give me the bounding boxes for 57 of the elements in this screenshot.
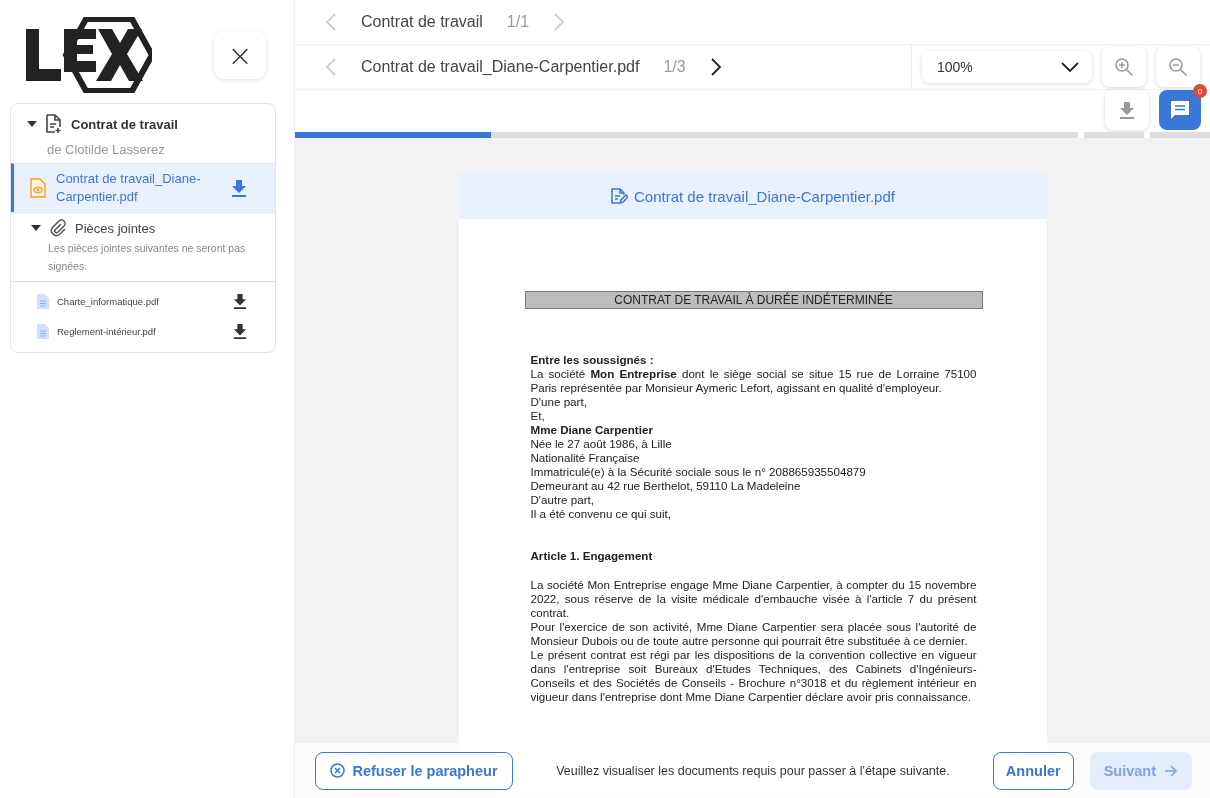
contract-text: Nationalité Française [530, 451, 641, 465]
document-header-title: Contrat de travail_Diane-Carpentier.pdf [634, 187, 895, 205]
instruction-text: Veuillez visualiser les documents requis pour passer à l'étape suivante. [555, 763, 951, 778]
download-icon [1119, 101, 1135, 119]
contract-text: Mme Diane Carpentier [530, 423, 654, 437]
contract-text: Entre les soussignés : [530, 353, 655, 367]
cancel-button[interactable]: Annuler [992, 751, 1074, 790]
contract-text: Il a été convenu ce qui suit, [530, 507, 672, 521]
chat-icon [1169, 99, 1191, 121]
contract-text: Immatriculé(e) à la Sécurité sociale sous le n° 208865935504879 [530, 465, 867, 479]
zoom-in-icon [1114, 57, 1134, 77]
comments-button[interactable] [1159, 90, 1201, 130]
zoom-in-button[interactable] [1102, 47, 1146, 87]
author-text: de Clotilde Lasserez [46, 141, 166, 159]
chevron-down-icon [1060, 61, 1080, 73]
contract-text: D'autre part, [530, 493, 595, 507]
paperclip-icon [49, 219, 67, 237]
refuse-button[interactable]: Refuser le parapheur [315, 751, 513, 790]
file-icon [37, 293, 49, 309]
contract-text: Et, [530, 409, 546, 423]
contract-text: D'une part, [530, 395, 588, 409]
file-edit-icon [610, 187, 628, 205]
attachments-title[interactable]: Pièces jointes [75, 220, 156, 236]
file-eye-icon [30, 178, 46, 198]
contract-text: Née le 27 août 1986, à Lille [530, 437, 673, 451]
chevron-right-icon[interactable] [709, 57, 722, 77]
download-icon[interactable] [233, 323, 247, 339]
file-icon [37, 323, 49, 339]
contract-title: CONTRAT DE TRAVAIL À DURÉE INDÉTERMINÉE [524, 291, 983, 309]
document-title: Contrat de travail [361, 13, 483, 31]
comments-count-badge: 0 [1193, 84, 1207, 98]
zoom-out-icon [1168, 57, 1188, 77]
caret-icon[interactable] [27, 121, 37, 127]
article-heading: Article 1. Engagement [530, 549, 654, 562]
document-name: Contrat de travail_Diane-Carpentier.pdf [56, 170, 202, 206]
download-icon[interactable] [233, 293, 247, 309]
folder-title[interactable]: Contrat de travail [71, 116, 178, 132]
arrow-right-icon [1164, 764, 1178, 777]
page-counter: 1/3 [663, 58, 686, 76]
attachments-note: Les pièces jointes suivantes ne seront pas signées. [47, 241, 247, 274]
close-button[interactable]: × [214, 31, 266, 79]
contract-text: La société Mon Entreprise engage Mme Diane Carpentier, à compter du 15 novembre 2022, sous réserve de la visite médicale d'embauche visée à l'article 7 du présent contrat. [530, 578, 977, 620]
caret-icon[interactable] [31, 225, 41, 231]
document-plus-icon [45, 114, 63, 134]
document-item[interactable]: Contrat de travail_Diane-Carpentier.pdf [11, 163, 275, 212]
document-title: Contrat de travail_Diane-Carpentier.pdf [361, 58, 640, 76]
page-counter: 1/1 [506, 13, 530, 31]
zoom-select[interactable]: 100% [922, 51, 1092, 83]
zoom-out-button[interactable] [1156, 47, 1200, 87]
contract-text: Pour l'exercice de son activité, Mme Diane Carpentier sera placée sous l'autorité de Monsieur Dubois ou de toute autre personne qui pourrait être substituée à ce dernier. [530, 620, 977, 648]
attachment-name[interactable]: Charte_informatique.pdf [57, 295, 225, 307]
contract-text: Le présent contrat est régi par les dispositions de la convention collective en vigueur dans l'entreprise soit Bureaux d'Etudes Techniques, des Cabinets d'Ingénieurs-Conseils et des Sociétés de Conseils - Brochure n°3018 et du règlement intérieur en vigueur dans l'entreprise dont Mme Diane Carpentier déclare avoir pris connaissance. [530, 648, 977, 704]
contract-text: Demeurant au 42 rue Berthelot, 59110 La Madeleine [530, 479, 802, 493]
close-circle-icon [330, 763, 346, 778]
attachment-name[interactable]: Reglement-intérieur.pdf [57, 325, 225, 337]
contract-text: La société Mon Entreprise dont le siège social se situe 15 rue de Lorraine 75100 Paris représentée par Monsieur Aymeric Lefort, agissant en qualité d'employeur. [530, 367, 977, 395]
download-button[interactable] [1105, 90, 1149, 130]
